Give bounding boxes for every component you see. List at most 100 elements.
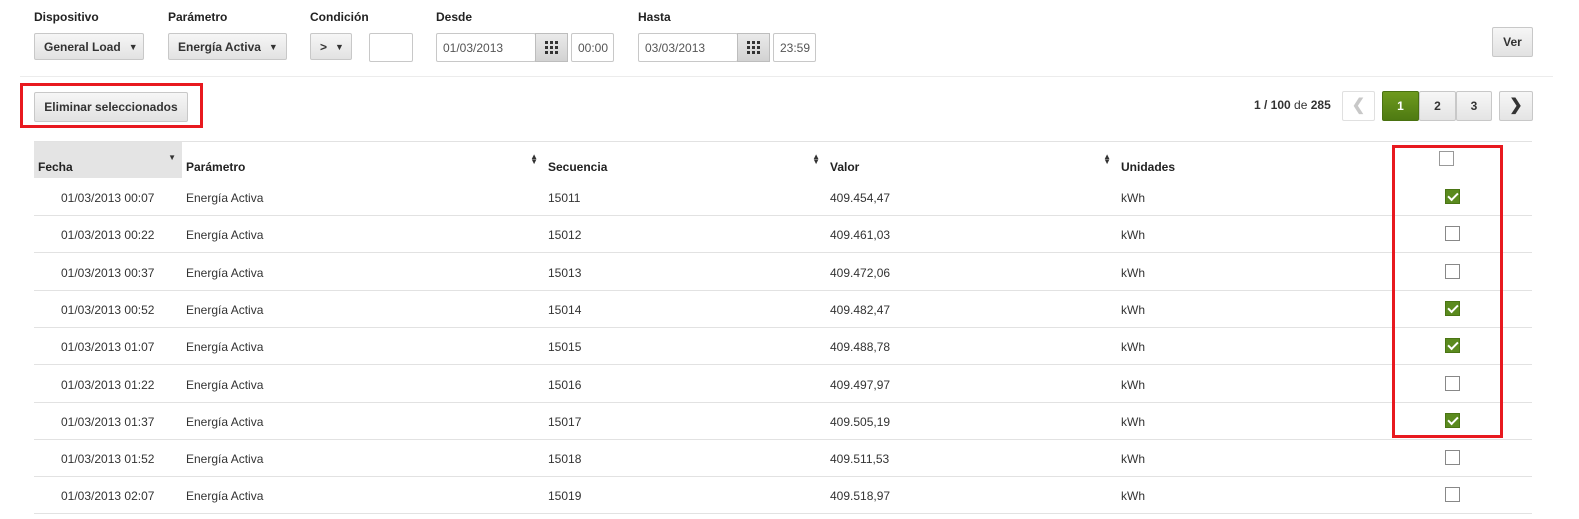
dispositivo-select[interactable]: General Load ▼ bbox=[34, 33, 144, 60]
parametro-value: Energía Activa bbox=[178, 39, 261, 54]
table-row: 01/03/2013 00:22 Energía Activa 15012 409.4… bbox=[34, 216, 1532, 253]
cell-parametro: Energía Activa bbox=[186, 340, 264, 354]
cell-unidades: kWh bbox=[1121, 378, 1145, 392]
cell-valor: 409.472,06 bbox=[830, 266, 891, 280]
cell-secuencia: 15012 bbox=[548, 228, 582, 242]
table-row: 01/03/2013 00:07 Energía Activa 15011 409.4… bbox=[34, 179, 1532, 216]
column-header-label: Unidades bbox=[1121, 160, 1176, 174]
cell-fecha: 01/03/2013 02:07 bbox=[61, 489, 155, 503]
cell-fecha: 01/03/2013 00:22 bbox=[61, 228, 155, 242]
column-header-fecha[interactable]: Fecha ▼ bbox=[34, 142, 182, 178]
cell-parametro: Energía Activa bbox=[186, 489, 264, 503]
ver-button[interactable]: Ver bbox=[1492, 27, 1533, 57]
cell-unidades: kWh bbox=[1121, 228, 1145, 242]
cell-unidades: kWh bbox=[1121, 489, 1145, 503]
table-row: 01/03/2013 00:52 Energía Activa 15014 409.4… bbox=[34, 291, 1532, 328]
parametro-select[interactable]: Energía Activa ▼ bbox=[168, 33, 287, 60]
hasta-label: Hasta bbox=[638, 10, 671, 24]
cell-fecha: 01/03/2013 01:52 bbox=[61, 452, 155, 466]
cell-fecha: 01/03/2013 00:07 bbox=[61, 191, 155, 205]
table-row: 01/03/2013 01:52 Energía Activa 15018 409.5… bbox=[34, 440, 1532, 477]
condicion-operator-value: > bbox=[320, 39, 328, 54]
sort-both-icon: ▲ ▼ bbox=[530, 152, 538, 166]
cell-valor: 409.461,03 bbox=[830, 228, 891, 242]
pagination-info: 1 / 100 de 285 bbox=[1254, 98, 1331, 112]
cell-parametro: Energía Activa bbox=[186, 452, 264, 466]
table-row: 01/03/2013 02:07 Energía Activa 15019 409.5… bbox=[34, 477, 1532, 514]
cell-secuencia: 15015 bbox=[548, 340, 582, 354]
cell-unidades: kWh bbox=[1121, 452, 1145, 466]
cell-secuencia: 15011 bbox=[548, 191, 581, 205]
hasta-time-input[interactable]: 23:59 bbox=[773, 33, 816, 62]
column-header-secuencia[interactable]: Secuencia ▲ ▼ bbox=[544, 142, 826, 178]
calendar-grid-icon bbox=[545, 41, 558, 54]
parametro-label: Parámetro bbox=[168, 10, 228, 24]
column-header-valor[interactable]: Valor ▲ ▼ bbox=[826, 142, 1117, 178]
desde-date-input[interactable]: 01/03/2013 bbox=[436, 33, 536, 62]
pagination-page-2[interactable]: 2 bbox=[1419, 91, 1456, 121]
row-checkbox[interactable] bbox=[1445, 487, 1460, 502]
cell-valor: 409.488,78 bbox=[830, 340, 891, 354]
cell-valor: 409.454,47 bbox=[830, 191, 891, 205]
table-row: 01/03/2013 00:37 Energía Activa 15013 409.4… bbox=[34, 254, 1532, 291]
select-all-checkbox[interactable] bbox=[1439, 151, 1454, 166]
desde-label: Desde bbox=[436, 10, 473, 24]
dispositivo-value: General Load bbox=[44, 39, 121, 54]
cell-valor: 409.497,97 bbox=[830, 378, 891, 392]
hasta-date-input[interactable]: 03/03/2013 bbox=[638, 33, 738, 62]
pagination-prev-button[interactable]: ❮ bbox=[1342, 91, 1375, 121]
pagination-range: 1 / 100 bbox=[1254, 98, 1291, 112]
caret-down-icon: ▼ bbox=[335, 41, 344, 52]
pagination-next-button[interactable]: ❯ bbox=[1499, 91, 1533, 121]
cell-fecha: 01/03/2013 01:07 bbox=[61, 340, 155, 354]
pagination-page-1[interactable]: 1 bbox=[1382, 91, 1419, 121]
cell-valor: 409.511,53 bbox=[830, 452, 890, 466]
pagination-total: 285 bbox=[1310, 98, 1331, 112]
calendar-grid-icon bbox=[747, 41, 760, 54]
cell-valor: 409.505,19 bbox=[830, 415, 891, 429]
chevron-right-icon: ❯ bbox=[1509, 97, 1523, 114]
cell-parametro: Energía Activa bbox=[186, 415, 264, 429]
divider bbox=[20, 76, 1553, 77]
cell-unidades: kWh bbox=[1121, 303, 1145, 317]
desde-calendar-button[interactable] bbox=[535, 33, 568, 62]
column-header-label: Fecha bbox=[38, 160, 73, 174]
table-row: 01/03/2013 01:22 Energía Activa 15016 409.4… bbox=[34, 366, 1532, 403]
cell-parametro: Energía Activa bbox=[186, 378, 264, 392]
row-checkbox[interactable] bbox=[1445, 338, 1460, 353]
column-header-parametro[interactable]: Parámetro ▲ ▼ bbox=[182, 142, 544, 178]
row-checkbox[interactable] bbox=[1445, 413, 1460, 428]
cell-fecha: 01/03/2013 00:37 bbox=[61, 266, 155, 280]
pagination-of: de bbox=[1294, 98, 1308, 112]
delete-selected-button[interactable]: Eliminar seleccionados bbox=[34, 92, 188, 122]
cell-fecha: 01/03/2013 01:37 bbox=[61, 415, 155, 429]
row-checkbox[interactable] bbox=[1445, 301, 1460, 316]
row-checkbox[interactable] bbox=[1445, 264, 1460, 279]
cell-parametro: Energía Activa bbox=[186, 228, 264, 242]
caret-down-icon: ▼ bbox=[268, 41, 278, 52]
cell-parametro: Energía Activa bbox=[186, 303, 264, 317]
condicion-label: Condición bbox=[310, 10, 369, 24]
table-row: 01/03/2013 01:37 Energía Activa 15017 409.5… bbox=[34, 403, 1532, 440]
sort-both-icon: ▲ ▼ bbox=[812, 152, 820, 166]
cell-secuencia: 15014 bbox=[548, 303, 582, 317]
hasta-calendar-button[interactable] bbox=[737, 33, 770, 62]
cell-secuencia: 15013 bbox=[548, 266, 582, 280]
sort-desc-icon: ▼ bbox=[168, 153, 176, 162]
cell-unidades: kWh bbox=[1121, 415, 1145, 429]
column-header-unidades[interactable]: Unidades bbox=[1117, 142, 1387, 178]
cell-valor: 409.482,47 bbox=[830, 303, 891, 317]
pagination-page-3[interactable]: 3 bbox=[1456, 91, 1492, 121]
column-header-label: Parámetro bbox=[186, 160, 246, 174]
desde-time-input[interactable]: 00:00 bbox=[571, 33, 614, 62]
row-checkbox[interactable] bbox=[1445, 376, 1460, 391]
dispositivo-label: Dispositivo bbox=[34, 10, 99, 24]
row-checkbox[interactable] bbox=[1445, 450, 1460, 465]
column-header-label: Secuencia bbox=[548, 160, 608, 174]
cell-unidades: kWh bbox=[1121, 340, 1145, 354]
condicion-operator-select[interactable]: > ▼ bbox=[310, 33, 352, 60]
row-checkbox[interactable] bbox=[1445, 226, 1460, 241]
cell-secuencia: 15018 bbox=[548, 452, 582, 466]
condicion-value-input[interactable] bbox=[369, 33, 413, 62]
row-checkbox[interactable] bbox=[1445, 189, 1460, 204]
